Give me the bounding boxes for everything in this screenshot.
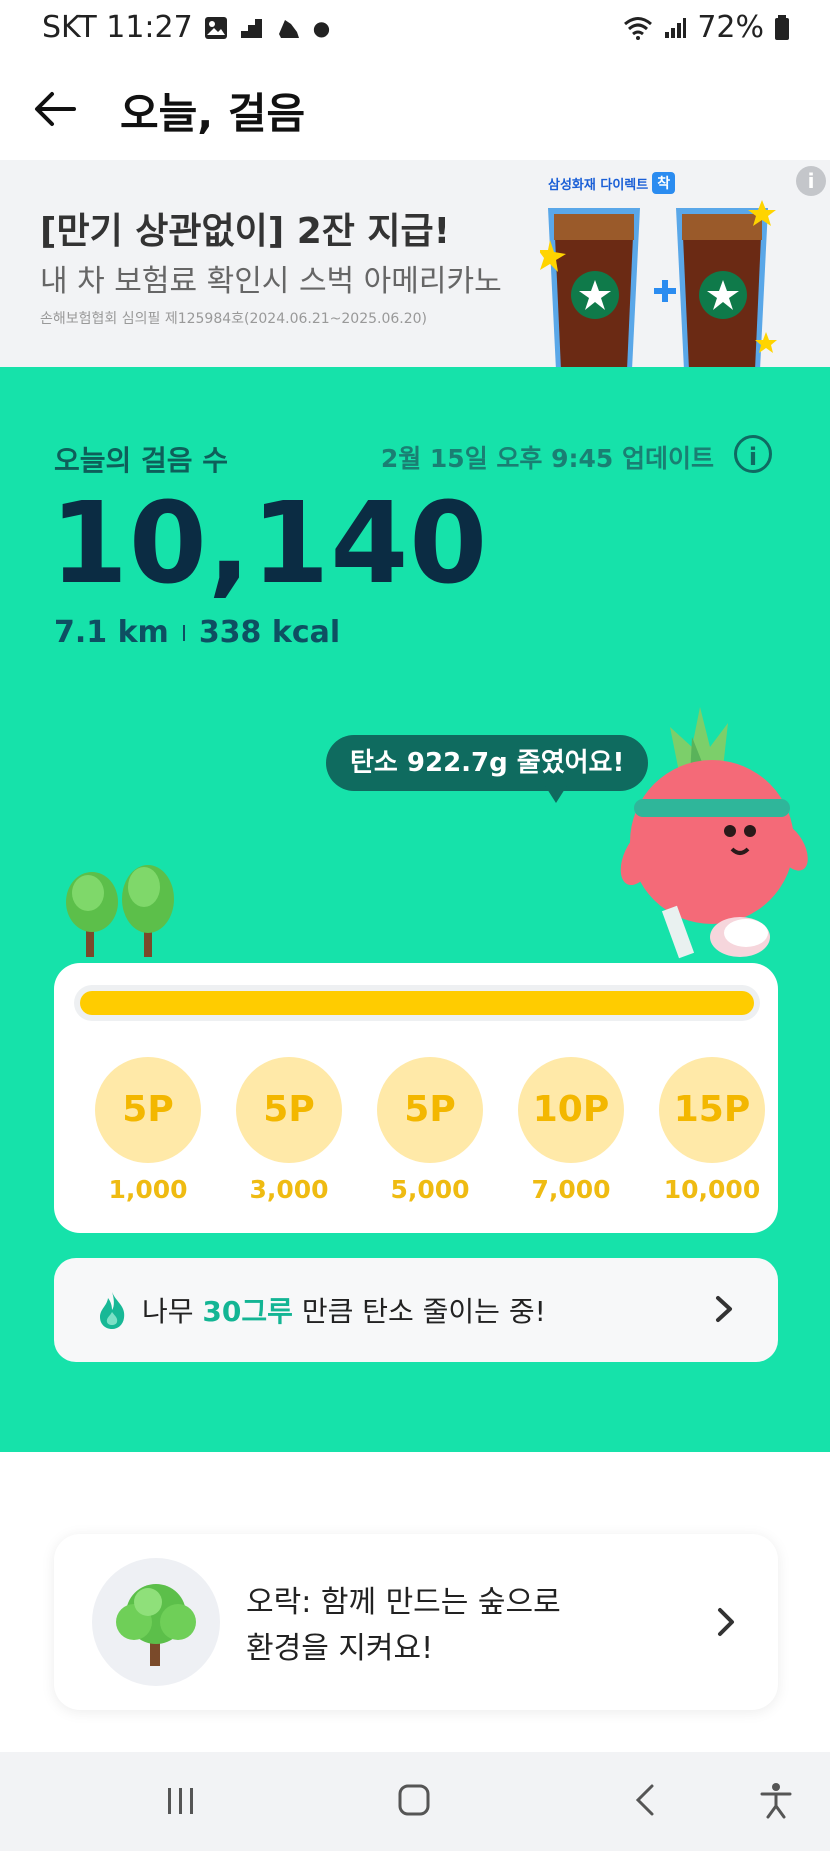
tree-suffix: 만큼 탄소 줄이는 중! (292, 1295, 546, 1328)
reward-threshold: 7,000 (531, 1175, 611, 1204)
reward-item[interactable]: 10P 7,000 (501, 1057, 641, 1204)
chevron-right-icon (716, 1296, 732, 1322)
reward-item[interactable]: 5P 5,000 (360, 1057, 500, 1204)
tree-icon (116, 1584, 196, 1666)
reward-threshold: 1,000 (108, 1175, 188, 1204)
chevron-right-icon (718, 1608, 734, 1636)
carrier-time: SKT 11:27 (42, 10, 193, 45)
signal-icon (665, 17, 687, 38)
banner-subline: 내 차 보험료 확인시 스벅 아메리카노 (40, 264, 502, 299)
olak-forest-card[interactable]: 오락: 함께 만드는 숲으로 환경을 지켜요! (54, 1534, 778, 1710)
banner-brand: 삼성화재 다이렉트 착 (548, 172, 676, 194)
app-header: 오늘, 걸음 (0, 56, 830, 160)
tree-count-text: 나무 30그루 만큼 탄소 줄이는 중! (142, 1290, 546, 1330)
tree-count: 30그루 (202, 1295, 293, 1328)
steps-label: 오늘의 걸음 수 (54, 444, 229, 477)
reward-progress-card: 5P 1,000 5P 3,000 5P 5,000 10P 7,000 15P 10,000 (54, 963, 778, 1233)
system-nav-bar (0, 1752, 830, 1851)
shoe-icon (278, 19, 299, 38)
page-title: 오늘, 걸음 (120, 89, 306, 138)
reward-item[interactable]: 15P 10,000 (642, 1057, 782, 1204)
wifi-icon (624, 16, 653, 40)
calories: 338 kcal (198, 615, 341, 650)
promo-banner[interactable]: [만기 상관없이] 2잔 지급! 내 차 보험료 확인시 스벅 아메리카노 손해… (0, 160, 830, 367)
trees-illustration (66, 865, 174, 957)
banner-legal: 손해보험협회 심의필 제125984호(2024.06.21~2025.06.2… (40, 311, 427, 327)
tree-prefix: 나무 (142, 1295, 203, 1328)
status-bar: SKT 11:27 ● 72% (0, 0, 830, 56)
progress-fill (80, 991, 754, 1015)
status-left: SKT 11:27 ● (42, 10, 330, 45)
brand-badge: 착 (652, 172, 676, 194)
reward-points: 5P (377, 1057, 483, 1163)
olak-text: 오락: 함께 만드는 숲으로 환경을 지켜요! (246, 1580, 561, 1672)
gallery-icon (204, 16, 227, 39)
notification-dot-icon: ● (312, 15, 331, 40)
reward-item[interactable]: 5P 1,000 (78, 1057, 218, 1204)
stats-divider (182, 624, 185, 641)
steps-icon (240, 18, 262, 38)
ad-info-icon[interactable]: i (796, 166, 826, 196)
reward-points: 10P (518, 1057, 624, 1163)
tree-icon-wrap (92, 1558, 220, 1686)
reward-item[interactable]: 5P 3,000 (219, 1057, 359, 1204)
home-icon[interactable] (396, 1782, 432, 1818)
flame-icon (100, 1292, 125, 1329)
back-arrow-icon[interactable] (30, 84, 80, 134)
reward-threshold: 10,000 (663, 1175, 761, 1204)
reward-threshold: 3,000 (249, 1175, 329, 1204)
status-right: 72% (623, 10, 790, 45)
tree-count-card[interactable]: 나무 30그루 만큼 탄소 줄이는 중! (54, 1258, 778, 1362)
coffee-cups-illustration (540, 200, 777, 367)
banner-headline: [만기 상관없이] 2잔 지급! (40, 211, 451, 252)
olak-line1: 오락: 함께 만드는 숲으로 (246, 1585, 561, 1620)
reward-threshold: 5,000 (390, 1175, 470, 1204)
accessibility-icon[interactable] (756, 1780, 796, 1820)
update-time: 2월 15일 오후 9:45 업데이트 (380, 444, 714, 473)
distance: 7.1 km (54, 615, 169, 650)
battery-icon (775, 14, 789, 40)
walking-character (620, 707, 808, 959)
reward-points: 5P (236, 1057, 342, 1163)
steps-panel: 오늘의 걸음 수 2월 15일 오후 9:45 업데이트 i 10,140 7.… (0, 367, 830, 1452)
step-count: 10,140 (50, 479, 489, 609)
back-icon[interactable] (630, 1782, 660, 1818)
reward-points: 5P (95, 1057, 201, 1163)
info-icon[interactable]: i (734, 435, 772, 473)
olak-line2: 환경을 지켜요! (246, 1631, 434, 1666)
brand-name: 삼성화재 다이렉트 (548, 177, 649, 193)
reward-points: 15P (659, 1057, 765, 1163)
battery-percent: 72% (697, 10, 764, 45)
step-stats: 7.1 km 338 kcal (54, 615, 340, 650)
bubble-tail (542, 781, 570, 803)
recent-apps-icon[interactable] (164, 1784, 198, 1818)
